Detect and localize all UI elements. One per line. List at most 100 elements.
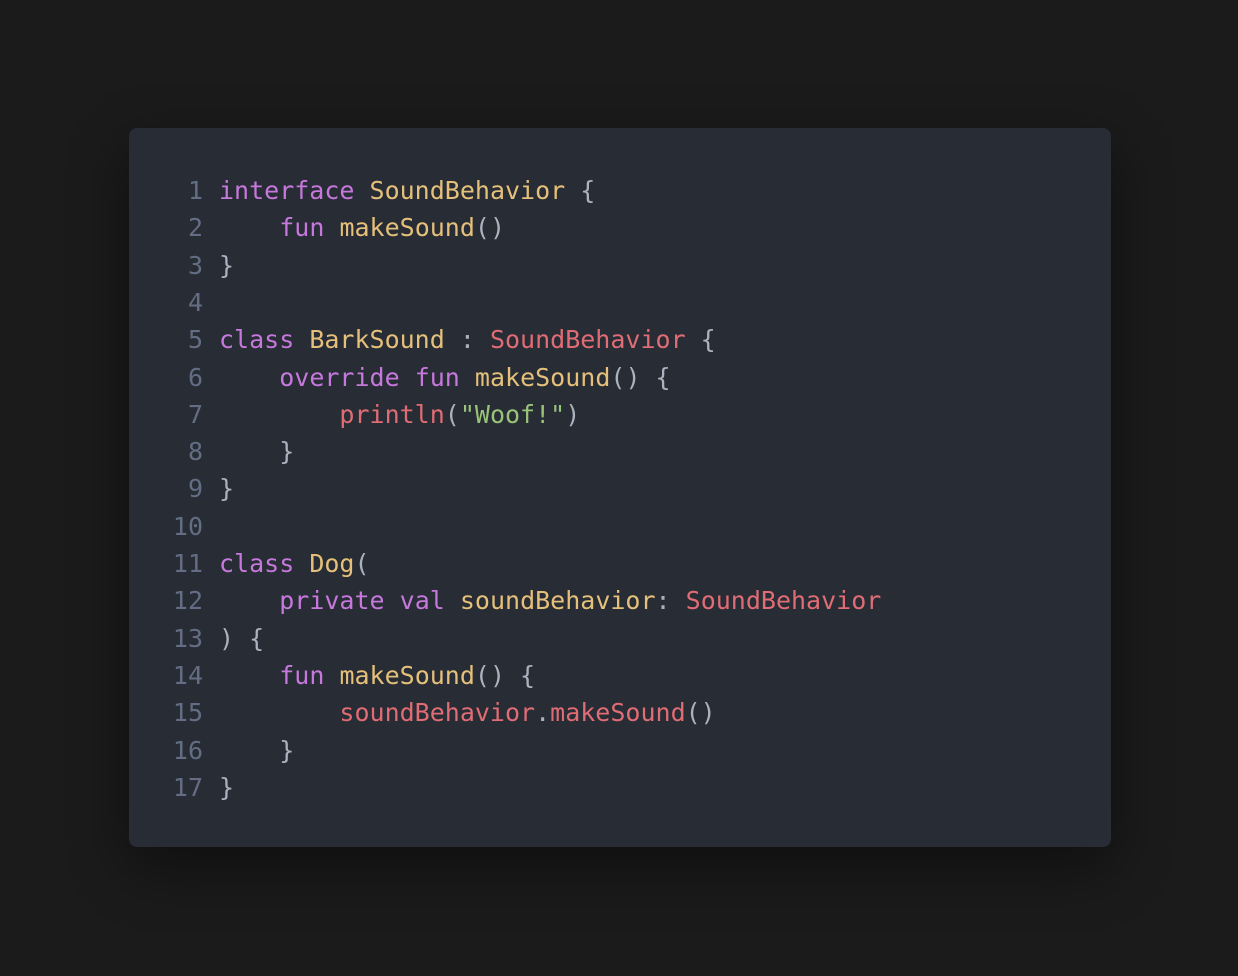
- code-token-keyword: fun: [279, 660, 325, 690]
- code-token-punct: :: [444, 325, 490, 355]
- code-token-keyword: override: [279, 362, 400, 392]
- code-line: 13 ) {: [0, 620, 264, 657]
- code-token-punct: .: [535, 698, 551, 728]
- code-token-punct: }: [219, 474, 235, 504]
- line-content: interface SoundBehavior {: [203, 172, 595, 209]
- code-line: 4: [0, 284, 219, 321]
- code-token-punct: }: [219, 250, 235, 280]
- line-number: 3: [187, 250, 203, 280]
- line-content: }: [203, 247, 234, 284]
- line-number: 8: [187, 437, 203, 467]
- code-token-punct: () {: [610, 362, 671, 392]
- code-token-punct: () {: [474, 660, 536, 690]
- code-token-punct: (: [444, 399, 460, 429]
- line-number: 9: [187, 474, 203, 504]
- line-content: [203, 508, 219, 545]
- code-line: 15 soundBehavior.makeSound(): [0, 694, 716, 731]
- code-token-punct: ) {: [219, 623, 265, 653]
- code-line: 6 override fun makeSound() {: [0, 359, 671, 396]
- code-token-type: makeSound: [474, 362, 611, 392]
- line-number: 15: [172, 698, 203, 728]
- code-token-type-ref: SoundBehavior: [685, 586, 882, 616]
- code-line: 14 fun makeSound() {: [0, 657, 535, 694]
- line-content: class Dog(: [203, 545, 370, 582]
- line-number: 12: [172, 586, 203, 616]
- code-token-type: makeSound: [339, 660, 475, 690]
- line-content: private val soundBehavior: SoundBehavior: [203, 582, 881, 619]
- code-token-call: makeSound: [550, 698, 686, 728]
- code-line: 7 println("Woof!"): [0, 396, 580, 433]
- code-token-punct: {: [565, 176, 596, 205]
- line-content: soundBehavior.makeSound(): [203, 694, 716, 731]
- code-token-keyword: interface: [219, 176, 355, 205]
- code-token-punct: (: [354, 549, 370, 578]
- code-token-type: SoundBehavior: [369, 176, 566, 205]
- code-token-string: "Woof!": [459, 399, 566, 429]
- code-token-punct: (): [685, 698, 716, 728]
- line-number: 1: [187, 176, 203, 205]
- line-number: 5: [187, 325, 203, 355]
- code-line: 10: [0, 508, 219, 545]
- line-number: 4: [187, 287, 203, 317]
- code-token-type-ref: SoundBehavior: [489, 325, 686, 355]
- line-content: }: [203, 470, 234, 507]
- line-content: }: [203, 732, 294, 769]
- line-content: override fun makeSound() {: [203, 359, 671, 396]
- code-token-punct: (): [474, 213, 506, 243]
- line-content: }: [203, 433, 294, 470]
- code-line: 12 private val soundBehavior: SoundBehav…: [0, 582, 881, 619]
- code-token-punct: :: [655, 586, 686, 616]
- code-token-type: soundBehavior: [459, 586, 656, 616]
- line-content: ) {: [203, 620, 264, 657]
- line-number: 2: [187, 213, 203, 243]
- code-line: 17}: [0, 769, 234, 806]
- line-number: 11: [172, 549, 203, 578]
- code-token-call: soundBehavior: [339, 698, 536, 728]
- line-content: println("Woof!"): [203, 396, 580, 433]
- line-number: 17: [172, 772, 203, 802]
- code-token-keyword: fun: [279, 213, 325, 243]
- line-number: 16: [172, 735, 203, 765]
- code-line: 1 interface SoundBehavior {: [0, 172, 595, 209]
- line-content: fun makeSound(): [203, 209, 505, 246]
- code-token-keyword: private: [279, 586, 385, 616]
- line-number: 6: [187, 362, 203, 392]
- code-token-type: Dog: [309, 549, 355, 578]
- code-token-type: BarkSound: [309, 325, 445, 355]
- line-number: 13: [172, 623, 203, 653]
- code-token-punct: }: [219, 772, 235, 802]
- line-number: 10: [172, 511, 203, 541]
- line-content: [203, 284, 219, 321]
- code-line: 8 }: [0, 433, 294, 470]
- line-number: 14: [172, 660, 203, 690]
- code-token-type: makeSound: [339, 213, 475, 243]
- code-token-keyword: fun: [414, 362, 460, 392]
- code-line: 3}: [0, 247, 234, 284]
- code-line: 16 }: [0, 732, 294, 769]
- code-token-keyword: val: [399, 586, 445, 616]
- line-content: class BarkSound : SoundBehavior {: [203, 321, 716, 358]
- line-number: 7: [187, 399, 203, 429]
- code-token-punct: ): [565, 399, 581, 429]
- code-line: 11 class Dog(: [0, 545, 370, 582]
- code-line: 2 fun makeSound(): [0, 209, 505, 246]
- code-token-punct: }: [279, 437, 295, 467]
- code-token-keyword: class: [219, 325, 295, 355]
- code-line: 9}: [0, 470, 234, 507]
- code-token-punct: {: [685, 325, 716, 355]
